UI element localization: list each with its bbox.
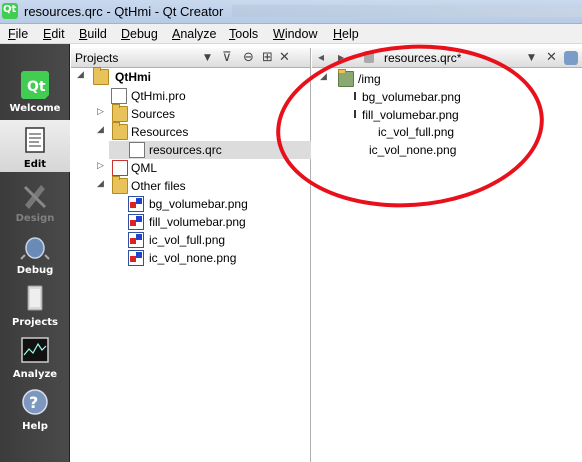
- file-marker-icon: [354, 92, 356, 100]
- svg-text:Qt: Qt: [27, 79, 46, 95]
- menu-edit[interactable]: Edit: [43, 27, 65, 41]
- resource-prefix-row[interactable]: ◢ /img: [312, 69, 582, 88]
- menu-debug[interactable]: Debug: [121, 27, 158, 41]
- tree-item-qrc-file[interactable]: resources.qrc: [109, 141, 311, 159]
- nav-back-icon[interactable]: ◂: [318, 50, 324, 64]
- resources-folder-icon: [112, 122, 128, 140]
- collapse-arrow-icon[interactable]: ◢: [320, 72, 327, 82]
- collapse-arrow-icon[interactable]: ◢: [97, 125, 104, 135]
- projects-wrench-icon: [27, 285, 43, 311]
- png-image-icon: [128, 250, 144, 266]
- design-pen-icon: [23, 185, 47, 209]
- debug-bug-icon: [20, 237, 50, 260]
- tree-item-png[interactable]: fill_volumebar.png: [71, 213, 311, 231]
- file-marker-icon: [354, 110, 356, 118]
- tree-item-png[interactable]: ic_vol_full.png: [71, 231, 311, 249]
- other-files-folder-icon: [112, 176, 128, 194]
- resource-file-row[interactable]: bg_volumebar.png: [312, 88, 582, 106]
- tree-item-project[interactable]: ◢ QtHmi: [71, 67, 311, 86]
- tree-item-resources[interactable]: ◢ Resources: [71, 122, 311, 141]
- view-dropdown-icon[interactable]: ▼: [204, 53, 211, 63]
- menu-tools[interactable]: Tools: [229, 27, 258, 41]
- projects-tree: ◢ QtHmi QtHmi.pro ▷ Sources ◢ Resources …: [71, 67, 311, 462]
- edit-document-icon: [25, 127, 45, 153]
- mode-help[interactable]: ? Help: [0, 382, 70, 434]
- menu-bar: File Edit Build Debug Analyze Tools Wind…: [0, 24, 582, 44]
- menu-help[interactable]: Help: [333, 27, 359, 41]
- resource-editor: ◢ /img bg_volumebar.png fill_volumebar.p…: [312, 68, 582, 462]
- editor-tab-label[interactable]: resources.qrc*: [384, 51, 461, 65]
- menu-file[interactable]: File: [8, 27, 28, 41]
- mode-analyze[interactable]: Analyze: [0, 330, 70, 382]
- document-dropdown-icon[interactable]: ▼: [528, 53, 535, 63]
- pro-file-icon: [111, 88, 127, 104]
- menu-window[interactable]: Window: [273, 27, 317, 41]
- mode-projects[interactable]: Projects: [0, 278, 70, 330]
- menu-analyze[interactable]: Analyze: [172, 27, 216, 41]
- menu-build[interactable]: Build: [79, 27, 107, 41]
- png-image-icon: [128, 196, 144, 212]
- tree-item-pro-file[interactable]: QtHmi.pro: [71, 87, 311, 105]
- sources-folder-icon: [112, 104, 128, 122]
- project-folder-icon: [93, 67, 109, 85]
- split-pane-icon[interactable]: ⊞: [262, 50, 273, 65]
- qml-icon: [112, 160, 128, 176]
- projects-pane-header: Projects ▼ ⊽ ⊖ ⊞ ✕: [71, 48, 311, 68]
- lock-icon: [364, 51, 374, 63]
- close-pane-icon[interactable]: ✕: [279, 50, 290, 65]
- mode-design[interactable]: Design: [0, 174, 70, 226]
- tree-item-qml[interactable]: ▷ QML: [71, 159, 311, 177]
- mode-welcome[interactable]: Qt Welcome: [0, 64, 70, 116]
- expand-arrow-icon[interactable]: ▷: [97, 161, 104, 171]
- svg-text:?: ?: [29, 393, 38, 412]
- png-image-icon: [128, 214, 144, 230]
- prefix-folder-icon: [338, 69, 354, 87]
- sync-link-icon[interactable]: ⊖: [243, 50, 254, 65]
- mode-edit[interactable]: Edit: [0, 120, 70, 172]
- projects-pane-title: Projects: [75, 51, 119, 65]
- tree-item-png[interactable]: ic_vol_none.png: [71, 249, 311, 267]
- resource-file-row[interactable]: ic_vol_none.png: [312, 141, 582, 159]
- resource-file-row[interactable]: fill_volumebar.png: [312, 106, 582, 124]
- window-title: resources.qrc - QtHmi - Qt Creator: [24, 4, 224, 19]
- resource-file-row[interactable]: ic_vol_full.png: [312, 123, 582, 141]
- editor-header: ◂ ▸ resources.qrc* ▼ ✕: [312, 48, 582, 68]
- tree-item-other-files[interactable]: ◢ Other files: [71, 176, 311, 195]
- qt-creator-app-icon: [2, 3, 18, 19]
- blurred-path-area: [232, 5, 582, 17]
- split-editor-icon[interactable]: [564, 51, 578, 65]
- filter-icon[interactable]: ⊽: [222, 50, 232, 65]
- mode-selector-bar: Qt Welcome Edit Design Debug Projects An…: [0, 44, 70, 462]
- close-document-icon[interactable]: ✕: [546, 50, 557, 65]
- qrc-file-icon: [129, 142, 145, 158]
- help-question-icon: ?: [22, 389, 48, 415]
- mode-debug[interactable]: Debug: [0, 226, 70, 278]
- title-bar: resources.qrc - QtHmi - Qt Creator: [0, 0, 582, 24]
- collapse-arrow-icon[interactable]: ◢: [97, 179, 104, 189]
- tree-item-png[interactable]: bg_volumebar.png: [71, 195, 311, 213]
- expand-arrow-icon[interactable]: ▷: [97, 107, 104, 117]
- analyze-monitor-icon: [21, 337, 49, 363]
- png-image-icon: [128, 232, 144, 248]
- collapse-arrow-icon[interactable]: ◢: [77, 70, 84, 80]
- tree-item-sources[interactable]: ▷ Sources: [71, 104, 311, 123]
- nav-forward-icon[interactable]: ▸: [338, 50, 344, 64]
- qt-logo-icon: Qt: [21, 71, 49, 99]
